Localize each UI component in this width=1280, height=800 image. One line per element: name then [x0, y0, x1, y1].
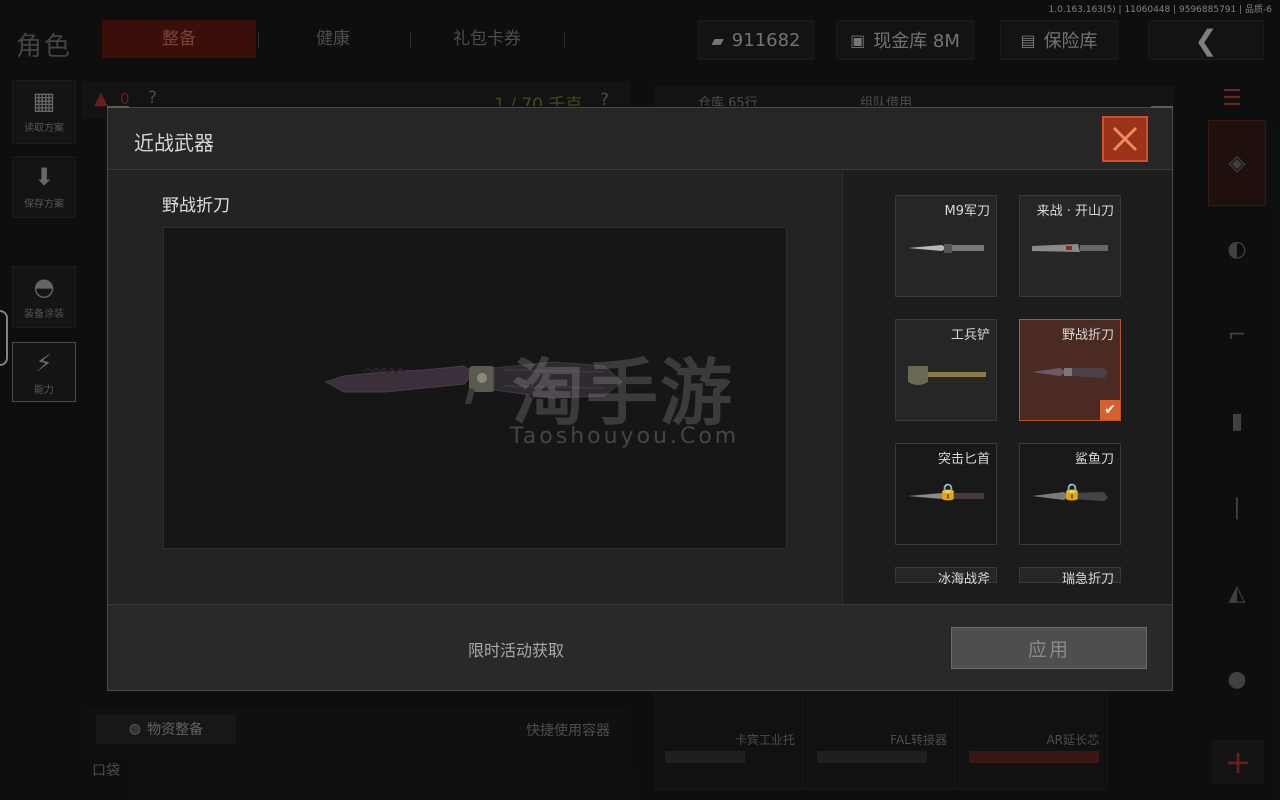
weapon-name: 来战 · 开山刀 — [1036, 204, 1114, 219]
close-icon — [1112, 126, 1138, 152]
dialog-footer: 限时活动获取 应用 — [108, 604, 1172, 690]
folding-knife-icon — [1032, 368, 1108, 378]
dialog-title: 近战武器 — [134, 131, 214, 155]
apply-button[interactable]: 应用 — [951, 627, 1147, 669]
lock-icon: 🔒 — [1062, 482, 1082, 501]
watermark-url: Taoshouyou.Com — [510, 424, 740, 449]
weapon-name: 冰海战斧 — [937, 572, 990, 587]
weapon-card-ice-axe[interactable]: 冰海战斧 — [895, 567, 997, 587]
shovel-icon — [908, 366, 986, 385]
weapon-card-shovel[interactable]: 工兵铲 — [895, 319, 997, 421]
weapon-card-assault-dagger[interactable]: 突击匕首 🔒 — [895, 443, 997, 545]
weapon-name: 工兵铲 — [950, 328, 990, 343]
machete-icon — [1032, 244, 1108, 252]
weapon-name: 野战折刀 — [1061, 328, 1114, 343]
weapon-card-machete[interactable]: 来战 · 开山刀 — [1019, 195, 1121, 297]
weapon-name: M9军刀 — [944, 204, 991, 219]
preview-panel: 野战折刀 淘手游 Taoshouyou.Com — [108, 171, 841, 604]
checkmark-icon: ✔ — [1100, 400, 1120, 420]
weapon-list: M9军刀 来战 · 开山刀 工兵铲 野战折刀 ✔ 突击匕首 🔒 鲨鱼刀 🔒 冰海… — [842, 171, 1172, 604]
weapon-name: 突击匕首 — [937, 452, 990, 467]
bayonet-icon — [908, 244, 984, 253]
selected-item-name: 野战折刀 — [162, 196, 230, 216]
weapon-card-folding-knife[interactable]: 野战折刀 ✔ — [1019, 319, 1121, 421]
dialog-header: 近战武器 — [108, 108, 1172, 170]
melee-weapon-dialog: 近战武器 野战折刀 淘手游 Taoshouyou.Com M9军刀 来战 · 开… — [107, 106, 1173, 691]
weapon-card-folding-knife-2[interactable]: 瑞急折刀 — [1019, 567, 1121, 587]
lock-icon: 🔒 — [938, 482, 958, 501]
weapon-name: 瑞急折刀 — [1061, 572, 1114, 587]
weapon-name: 鲨鱼刀 — [1074, 452, 1114, 467]
close-button[interactable] — [1102, 116, 1148, 162]
weapon-card-m9[interactable]: M9军刀 — [895, 195, 997, 297]
weapon-preview[interactable]: 淘手游 Taoshouyou.Com — [163, 227, 787, 549]
acquire-info: 限时活动获取 — [468, 641, 565, 660]
weapon-card-shark-knife[interactable]: 鲨鱼刀 🔒 — [1019, 443, 1121, 545]
